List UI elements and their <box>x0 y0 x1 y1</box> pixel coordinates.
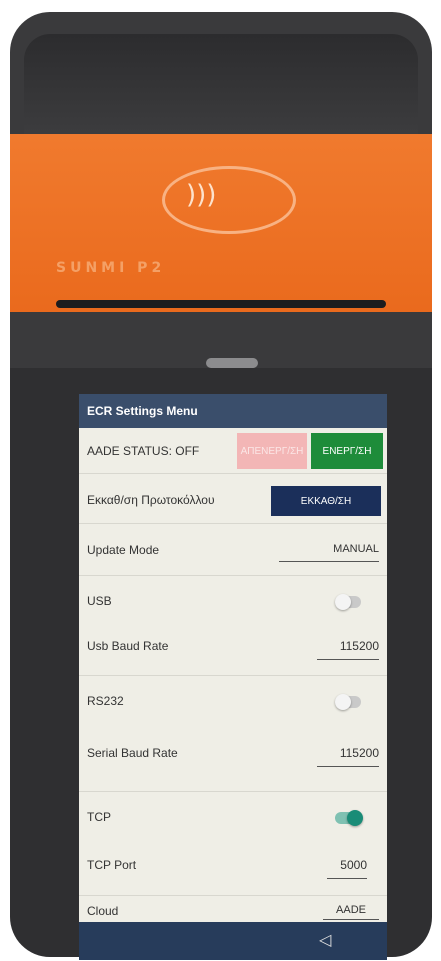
aade-status-row: AADE STATUS: OFF ΑΠΕΝΕΡΓ/ΣΗ ΕΝΕΡΓ/ΣΗ <box>79 428 387 474</box>
device-notch <box>206 358 258 368</box>
back-triangle-icon[interactable]: ◁ <box>319 930 331 949</box>
usb-baud-label: Usb Baud Rate <box>87 639 169 653</box>
orange-panel: ))) SUNMI P2 <box>10 134 432 312</box>
tcp-port-label: TCP Port <box>87 858 137 872</box>
reset-protocol-button[interactable]: ΕΚΚΑΘ/ΣΗ <box>271 486 381 516</box>
cloud-label: Cloud <box>87 904 119 918</box>
cloud-select[interactable]: AADE <box>323 904 379 920</box>
printer-body: ))) SUNMI P2 <box>10 12 432 382</box>
contactless-icon: ))) <box>186 180 217 210</box>
tcp-toggle-knob <box>347 810 363 826</box>
aade-status-label: AADE STATUS: OFF <box>87 444 200 458</box>
reset-protocol-label: Εκκαθ/ση Πρωτοκόλλου <box>87 493 215 507</box>
paper-slot <box>56 300 386 308</box>
nfc-reader <box>162 166 296 234</box>
update-mode-row: Update Mode MANUAL <box>79 524 387 576</box>
serial-baud-label: Serial Baud Rate <box>87 746 178 760</box>
rs232-toggle-knob <box>335 694 351 710</box>
rs232-section: RS232 Serial Baud Rate 115200 <box>79 676 387 792</box>
android-nav-bar: ◁ <box>79 922 387 960</box>
usb-section: USB Usb Baud Rate 115200 <box>79 576 387 676</box>
rs232-label: RS232 <box>87 694 124 708</box>
screen: ECR Settings Menu AADE STATUS: OFF ΑΠΕΝΕ… <box>79 394 387 960</box>
tcp-label: TCP <box>87 810 111 824</box>
brand-logo: SUNMI P2 <box>56 260 166 276</box>
usb-baud-input[interactable]: 115200 <box>317 639 379 660</box>
aade-disable-button[interactable]: ΑΠΕΝΕΡΓ/ΣΗ <box>237 433 307 469</box>
reset-protocol-row: Εκκαθ/ση Πρωτοκόλλου ΕΚΚΑΘ/ΣΗ <box>79 474 387 524</box>
usb-toggle[interactable] <box>335 594 361 610</box>
tcp-toggle[interactable] <box>335 810 363 826</box>
serial-baud-input[interactable]: 115200 <box>317 746 379 767</box>
rs232-toggle[interactable] <box>335 694 361 710</box>
update-mode-label: Update Mode <box>87 543 160 557</box>
update-mode-select[interactable]: MANUAL <box>279 543 379 562</box>
usb-toggle-knob <box>335 594 351 610</box>
tcp-section: TCP TCP Port 5000 <box>79 792 387 896</box>
cloud-row: Cloud AADE <box>79 896 387 924</box>
usb-label: USB <box>87 594 112 608</box>
page-title: ECR Settings Menu <box>79 394 387 428</box>
printer-lid <box>24 34 418 134</box>
aade-enable-button[interactable]: ΕΝΕΡΓ/ΣΗ <box>311 433 383 469</box>
tcp-port-input[interactable]: 5000 <box>327 858 367 879</box>
